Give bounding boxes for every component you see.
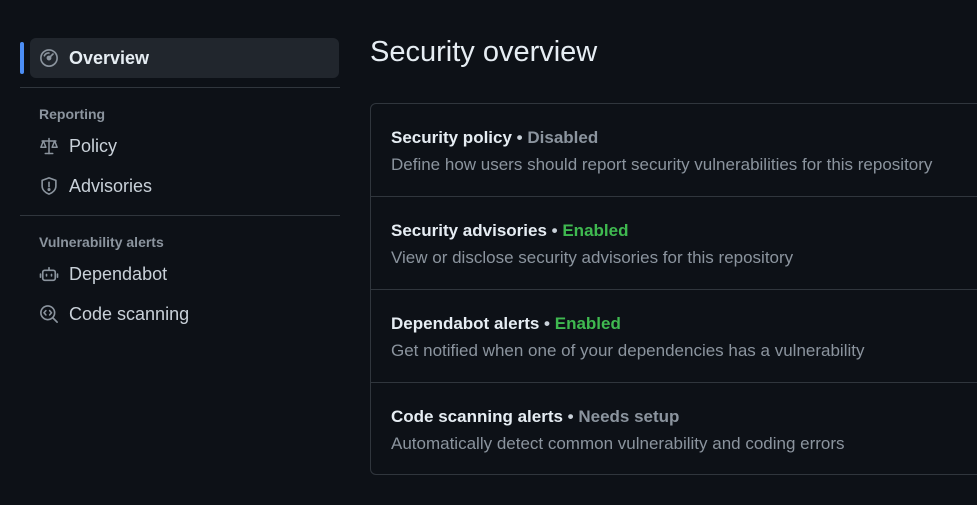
vulnerability-alerts-group: Vulnerability alerts Dependabot Code sca… (20, 230, 340, 334)
sidebar: Overview Reporting Policy Advisories Vul… (20, 38, 340, 334)
status-label: Disabled (527, 128, 599, 147)
row-title: Code scanning alerts (391, 407, 563, 426)
section-heading-vulnerability-alerts: Vulnerability alerts (39, 234, 164, 250)
row-heading: Security policy • Disabled (391, 126, 977, 150)
dependabot-icon (39, 264, 59, 284)
sidebar-item-code-scanning[interactable]: Code scanning (30, 294, 339, 334)
page-title: Security overview (370, 36, 598, 68)
status-label: Enabled (554, 314, 621, 333)
row-title: Dependabot alerts (391, 314, 540, 333)
row-description: Automatically detect common vulnerabilit… (391, 434, 845, 453)
sidebar-item-policy[interactable]: Policy (30, 126, 339, 166)
row-title: Security advisories (391, 221, 547, 240)
bullet-separator: • (516, 128, 523, 147)
list-item-security-advisories[interactable]: Security advisories • Enabled View or di… (371, 197, 977, 290)
active-indicator (20, 42, 24, 74)
row-description: Get notified when one of your dependenci… (391, 341, 865, 360)
sidebar-divider (20, 87, 340, 88)
sidebar-divider (20, 215, 340, 216)
codescan-icon (39, 304, 59, 324)
reporting-group: Reporting Policy Advisories (20, 102, 340, 206)
row-description: View or disclose security advisories for… (391, 248, 794, 267)
row-heading: Code scanning alerts • Needs setup (391, 405, 977, 429)
row-heading: Security advisories • Enabled (391, 219, 977, 243)
list-item-dependabot-alerts[interactable]: Dependabot alerts • Enabled Get notified… (371, 290, 977, 383)
sidebar-item-dependabot[interactable]: Dependabot (30, 254, 339, 294)
main-content: Security overview Security policy • Disa… (370, 34, 977, 475)
sidebar-item-advisories[interactable]: Advisories (30, 166, 339, 206)
sidebar-item-label: Policy (69, 135, 118, 156)
bullet-separator: • (567, 407, 574, 426)
row-description: Define how users should report security … (391, 155, 933, 174)
shield-icon (39, 176, 59, 196)
row-title: Security policy (391, 128, 512, 147)
sidebar-item-label: Code scanning (69, 303, 190, 324)
sidebar-item-label: Advisories (69, 175, 153, 196)
row-heading: Dependabot alerts • Enabled (391, 312, 977, 336)
status-label: Enabled (562, 221, 629, 240)
security-features-list: Security policy • Disabled Define how us… (370, 103, 977, 475)
status-label: Needs setup (578, 407, 680, 426)
meter-icon (39, 48, 59, 68)
sidebar-item-overview[interactable]: Overview (20, 38, 339, 78)
sidebar-item-label: Dependabot (69, 263, 168, 284)
law-icon (39, 136, 59, 156)
page: Overview Reporting Policy Advisories Vul… (0, 0, 977, 505)
bullet-separator: • (551, 221, 558, 240)
sidebar-item-label: Overview (69, 47, 150, 68)
list-item-code-scanning-alerts[interactable]: Code scanning alerts • Needs setup Autom… (371, 383, 977, 476)
bullet-separator: • (544, 314, 550, 333)
section-heading-reporting: Reporting (39, 106, 106, 122)
list-item-security-policy[interactable]: Security policy • Disabled Define how us… (371, 104, 977, 197)
